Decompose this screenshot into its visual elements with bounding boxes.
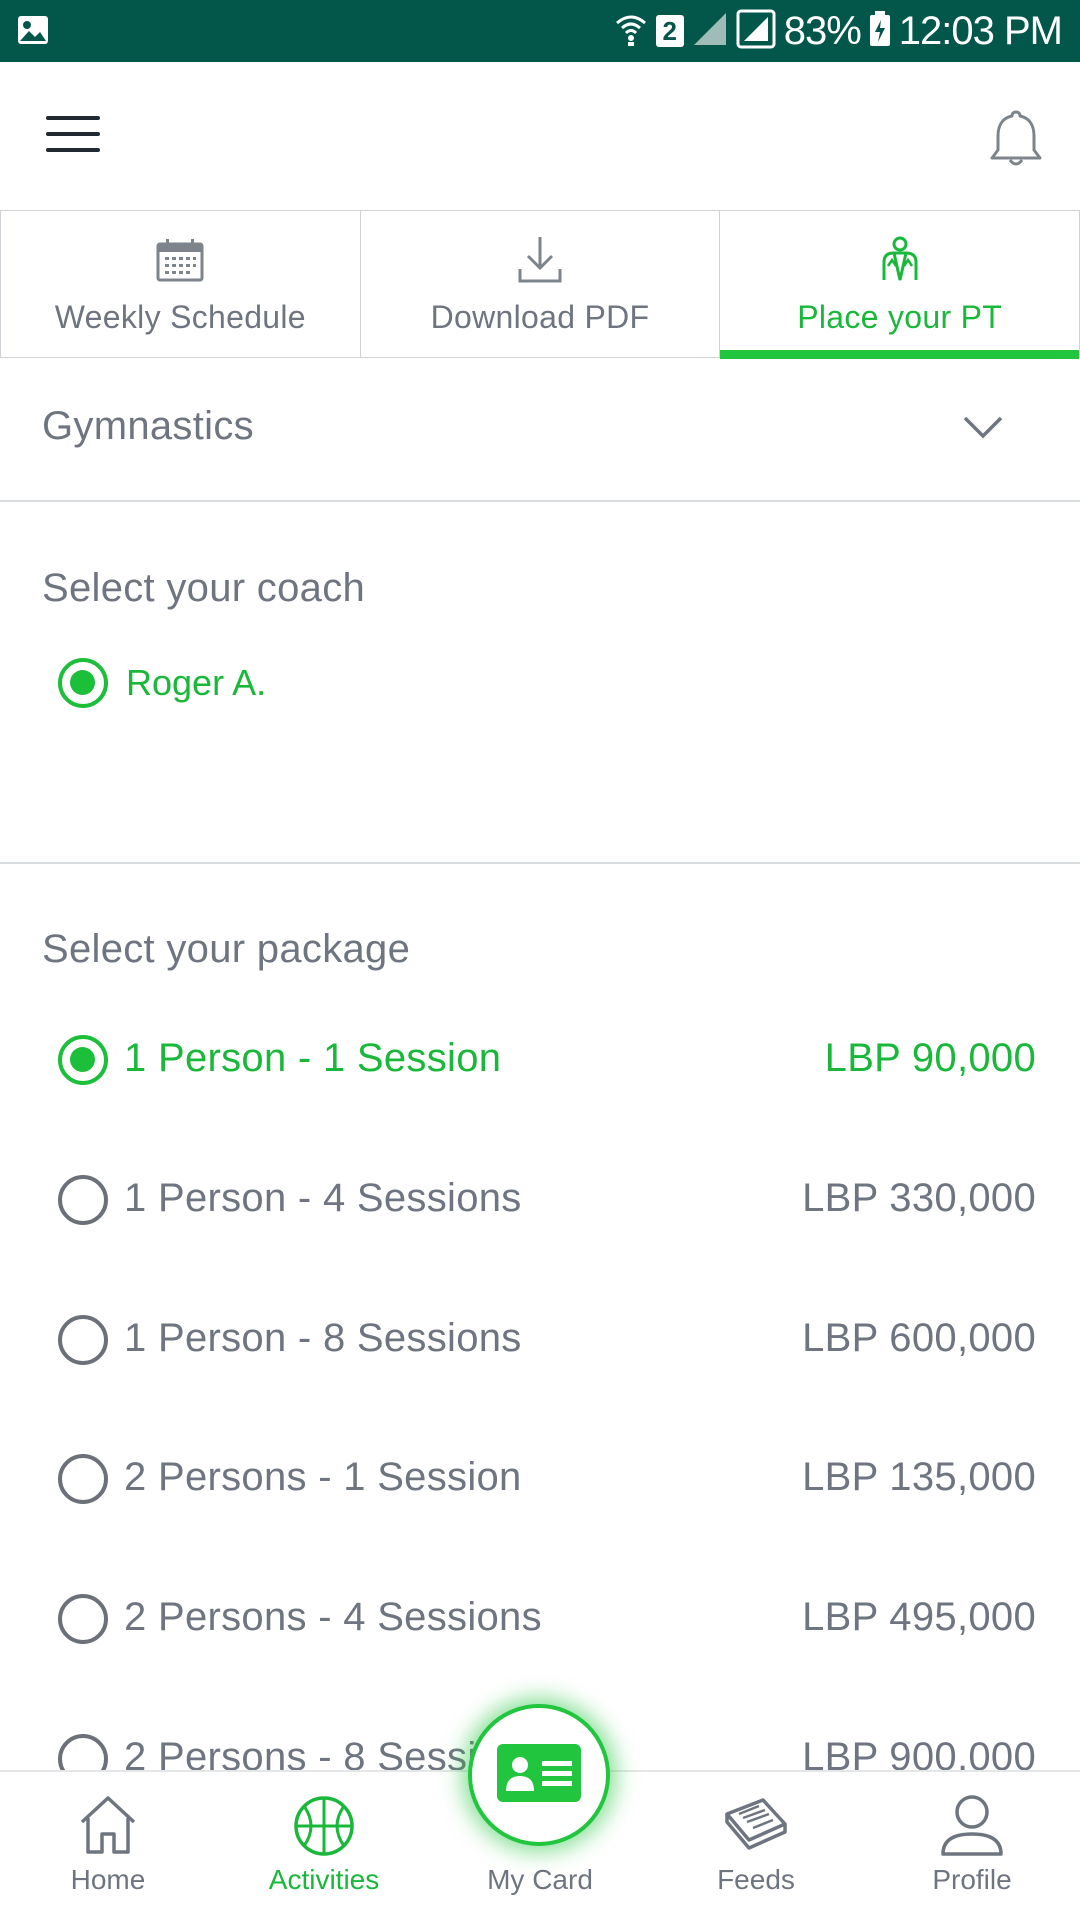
gallery-notification-icon [16, 14, 50, 51]
tab-label: Download PDF [430, 299, 650, 335]
package-price: LBP 495,000 [802, 1595, 1036, 1639]
package-label[interactable]: 1 Person - 4 Sessions [124, 1176, 522, 1221]
signal-icon [736, 9, 776, 54]
tab-label: Weekly Schedule [54, 299, 306, 335]
package-label[interactable]: 1 Person - 8 Sessions [124, 1316, 522, 1361]
coach-name[interactable]: Roger A. [126, 662, 266, 704]
battery-charging-icon [869, 10, 891, 52]
basketball-icon [292, 1794, 356, 1863]
id-card-icon [496, 1743, 582, 1808]
sim-slot-badge: 2 [655, 15, 684, 47]
nav-label: Feeds [717, 1864, 795, 1895]
package-price: LBP 90,000 [824, 1036, 1036, 1080]
chevron-down-icon [962, 414, 1004, 445]
package-price: LBP 600,000 [802, 1316, 1036, 1360]
package-radio[interactable] [58, 1175, 108, 1225]
coach-radio-roger[interactable] [58, 658, 108, 708]
my-card-fab-button[interactable] [468, 1704, 610, 1846]
package-radio[interactable] [58, 1454, 108, 1504]
nav-label: Profile [932, 1864, 1012, 1895]
tab-download-pdf[interactable]: Download PDF [361, 211, 721, 357]
package-label[interactable]: 1 Person - 1 Session [124, 1036, 501, 1081]
user-icon [939, 1794, 1005, 1863]
nav-activities[interactable]: Activities [234, 1772, 414, 1920]
activity-dropdown[interactable]: Gymnastics [0, 358, 1080, 502]
wifi-icon [614, 11, 648, 52]
package-label[interactable]: 2 Persons - 1 Session [124, 1455, 522, 1500]
notification-bell-icon[interactable] [988, 108, 1044, 168]
tab-weekly-schedule[interactable]: Weekly Schedule [0, 211, 361, 357]
tab-place-your-pt[interactable]: Place your PT [720, 211, 1080, 359]
package-radio[interactable] [58, 1315, 108, 1365]
calendar-icon [156, 233, 204, 287]
package-section-title: Select your package [42, 927, 411, 971]
package-price: LBP 330,000 [802, 1176, 1036, 1220]
package-radio[interactable] [58, 1035, 108, 1085]
coach-section-title: Select your coach [42, 566, 366, 610]
tab-label: Place your PT [797, 299, 1003, 335]
hamburger-menu-icon[interactable] [46, 114, 100, 154]
status-bar: 2 83% 12:03 PM [0, 0, 1080, 62]
nav-feeds[interactable]: Feeds [666, 1772, 846, 1920]
download-icon [517, 233, 563, 287]
clock: 12:03 PM [898, 8, 1063, 53]
app-header [0, 62, 1080, 210]
nav-label: Activities [268, 1864, 380, 1895]
nav-profile[interactable]: Profile [882, 1772, 1062, 1920]
tab-bar: Weekly Schedule Download PDF Place your … [0, 210, 1080, 359]
activity-dropdown-value: Gymnastics [42, 404, 254, 448]
package-radio[interactable] [58, 1594, 108, 1644]
nav-label: Home [70, 1864, 146, 1895]
home-icon [76, 1794, 140, 1861]
nav-label: My Card [487, 1864, 593, 1895]
trainer-icon [878, 233, 922, 287]
package-price: LBP 135,000 [802, 1455, 1036, 1499]
newspaper-icon [723, 1794, 789, 1859]
section-divider [0, 862, 1080, 864]
package-label[interactable]: 2 Persons - 4 Sessions [124, 1595, 542, 1640]
nav-home[interactable]: Home [18, 1772, 198, 1920]
battery-percent: 83% [783, 8, 862, 53]
signal-weak-icon [692, 11, 728, 52]
